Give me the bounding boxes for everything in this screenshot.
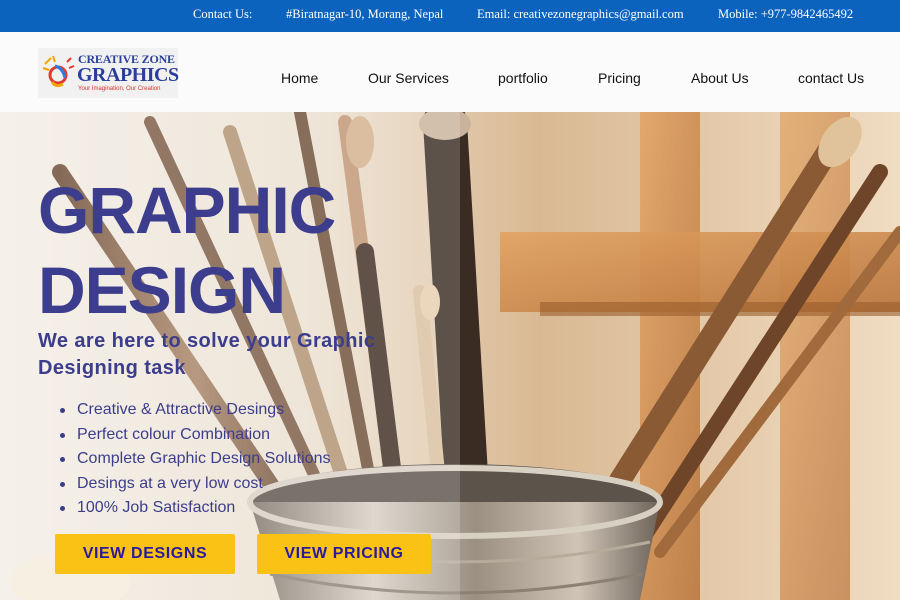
contact-bar: Contact Us: #Biratnagar-10, Morang, Nepa… <box>0 0 900 32</box>
contact-label: Contact Us: <box>193 7 253 21</box>
logo-text-line2: GRAPHICS <box>77 64 179 86</box>
nav-our-services[interactable]: Our Services <box>368 70 449 86</box>
hero-subtitle: We are here to solve your Graphic Design… <box>38 330 376 379</box>
feature-item: 100% Job Satisfaction <box>58 496 330 521</box>
contact-mobile[interactable]: Mobile: +977-9842465492 <box>718 7 853 22</box>
contact-email[interactable]: Email: creativezonegraphics@gmail.com <box>477 7 684 22</box>
feature-item: Perfect colour Combination <box>58 423 330 448</box>
hero-title: GRAPHIC DESIGN <box>38 170 358 330</box>
logo-tagline: Your Imagination, Our Creation <box>78 86 161 92</box>
feature-item: Desings at a very low cost <box>58 472 330 497</box>
hero-title-line1: GRAPHIC <box>38 173 336 247</box>
hero-section: GRAPHIC DESIGN We are here to solve your… <box>0 112 900 600</box>
hero-title-line2: DESIGN <box>38 253 286 327</box>
nav-portfolio[interactable]: portfolio <box>498 70 548 86</box>
logo-icon <box>42 55 75 88</box>
nav-about-us[interactable]: About Us <box>691 70 749 86</box>
nav-pricing[interactable]: Pricing <box>598 70 641 86</box>
feature-item: Complete Graphic Design Solutions <box>58 447 330 472</box>
view-designs-button[interactable]: VIEW DESIGNS <box>55 534 235 574</box>
feature-item: Creative & Attractive Desings <box>58 398 330 423</box>
feature-list: Creative & Attractive Desings Perfect co… <box>58 398 330 521</box>
nav-contact-us[interactable]: contact Us <box>798 70 864 86</box>
view-pricing-button[interactable]: VIEW PRICING <box>257 534 431 574</box>
nav-home[interactable]: Home <box>281 70 318 86</box>
site-logo[interactable]: CREATIVE ZONE GRAPHICS Your Imagination,… <box>38 48 179 98</box>
contact-address: #Biratnagar-10, Morang, Nepal <box>286 7 444 21</box>
site-header: CREATIVE ZONE GRAPHICS Your Imagination,… <box>0 32 900 112</box>
